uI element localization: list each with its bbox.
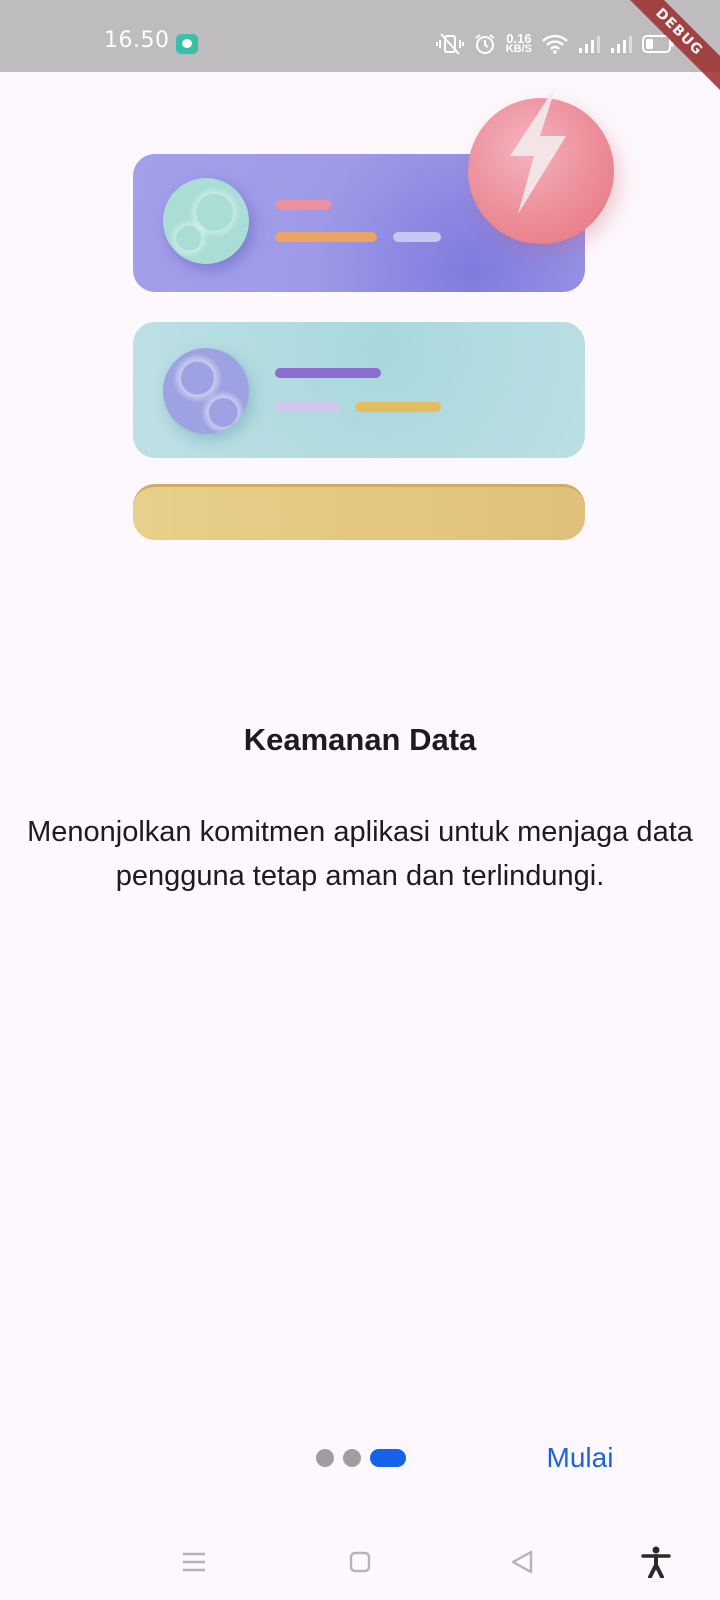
system-navigation-bar: [0, 1522, 720, 1600]
page-description: Menonjolkan komitmen aplikasi untuk menj…: [27, 816, 693, 892]
onboarding-illustration: [0, 72, 720, 552]
illustration-card-yellow: [133, 484, 585, 540]
illustration-line: [275, 402, 341, 412]
alarm-icon: [474, 33, 496, 55]
page-title: Keamanan Data: [243, 722, 477, 757]
signal-icon: [610, 35, 632, 53]
page-indicator: [316, 1448, 406, 1468]
network-speed: 0.16 KB/S: [505, 32, 532, 55]
planet-icon: [163, 348, 249, 434]
back-icon[interactable]: [500, 1540, 544, 1584]
illustration-line: [275, 232, 377, 242]
start-button[interactable]: Mulai: [530, 1434, 630, 1482]
wifi-icon: [542, 34, 568, 54]
illustration-line: [275, 368, 381, 378]
page-dot[interactable]: [343, 1449, 361, 1467]
page-dot[interactable]: [316, 1449, 334, 1467]
lightning-icon: [510, 86, 566, 214]
vibrate-mute-icon: [435, 32, 464, 56]
illustration-line: [393, 232, 441, 242]
accessibility-icon[interactable]: [634, 1540, 678, 1584]
page-dot-active[interactable]: [370, 1449, 406, 1467]
illustration-line: [275, 200, 331, 210]
home-icon[interactable]: [338, 1540, 382, 1584]
menu-icon[interactable]: [172, 1540, 216, 1584]
signal-icon: [578, 35, 600, 53]
illustration-line: [355, 402, 441, 412]
status-bar: 16.50 0.16 KB/S: [0, 0, 720, 72]
status-icons: 0.16 KB/S: [435, 30, 674, 58]
status-time: 16.50: [104, 28, 170, 53]
illustration-card-teal: [133, 322, 585, 458]
planet-icon: [163, 178, 249, 264]
network-speed-unit: KB/S: [505, 43, 532, 55]
chat-notification-icon: [176, 34, 198, 54]
